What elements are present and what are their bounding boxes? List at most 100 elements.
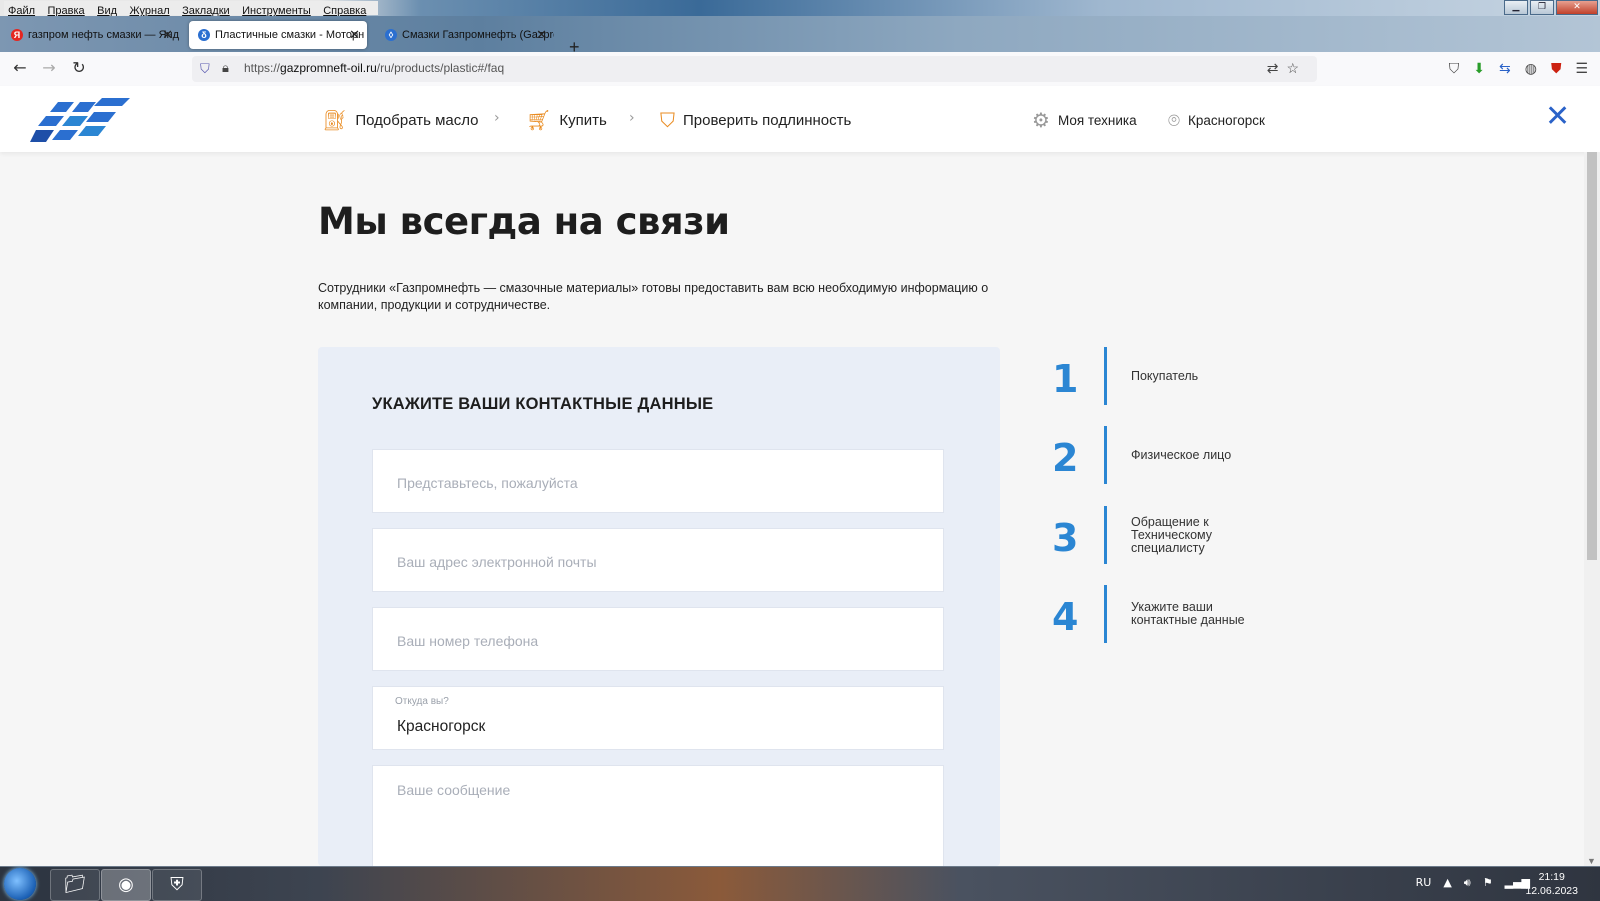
step-number: 1 (1052, 357, 1079, 401)
clock-time: 21:19 (1538, 871, 1565, 883)
close-tab-icon[interactable]: ✕ (536, 21, 547, 49)
pocket-icon[interactable]: ⛉ (1449, 60, 1460, 77)
navigation-toolbar: ← → ↻ ⛉ 🔒︎ https://gazpromneft-oil.ru/ru… (0, 52, 1600, 87)
forward-icon[interactable]: → (38, 58, 60, 77)
message-field (372, 765, 944, 874)
step-divider (1104, 347, 1107, 405)
gear-icon: ⚙ (1032, 108, 1050, 132)
email-input[interactable] (395, 529, 919, 595)
step-number: 3 (1052, 516, 1079, 560)
step-item[interactable]: 3 Обращение к Техническому специалисту (1040, 506, 1280, 566)
app-menubar: Файл Правка Вид Журнал Закладки Инструме… (0, 0, 1600, 17)
nav-check-authenticity[interactable]: ⛉ Проверить подлинность (660, 108, 851, 132)
cart-icon: 🛒︎ (526, 108, 552, 132)
yandex-icon: Я (11, 29, 23, 41)
chevron-right-icon: › (494, 110, 500, 126)
nav-label: Проверить подлинность (683, 111, 852, 129)
network-status-icon[interactable]: ⚑ (1483, 876, 1493, 890)
tab-gazprom-lubricants[interactable]: ◊ Смазки Газпромнефть (Gazpro ✕ (376, 21, 554, 49)
phone-input[interactable] (395, 608, 919, 674)
window-close-button[interactable]: ✕ (1556, 0, 1598, 15)
volume-icon[interactable]: 🔊︎ (1464, 876, 1471, 890)
nav-label: Подобрать масло (355, 111, 479, 129)
firefox-icon[interactable]: ◉ (101, 869, 151, 901)
city-selector[interactable]: ⌾ Красногорск (1168, 108, 1265, 132)
close-icon[interactable]: ✕ (1545, 102, 1570, 132)
restore-button[interactable]: ❐ (1530, 0, 1554, 15)
lock-icon[interactable]: 🔒︎ (222, 60, 229, 76)
step-item[interactable]: 4 Укажите ваши контактные данные (1040, 585, 1280, 645)
step-number: 4 (1052, 595, 1079, 639)
menu-group: Файл Правка Вид Журнал Закладки Инструме… (4, 1, 379, 17)
bookmark-star-icon[interactable]: ☆ (1286, 60, 1307, 76)
form-heading: УКАЖИТЕ ВАШИ КОНТАКТНЫЕ ДАННЫЕ (372, 395, 714, 413)
url-text: https://gazpromneft-oil.ru/ru/products/p… (244, 61, 504, 75)
url-domain: gazpromneft-oil.ru (280, 61, 377, 75)
translate-icon[interactable]: ⇄ (1267, 60, 1287, 76)
step-number: 2 (1052, 436, 1079, 480)
url-actions: ⇄☆ (1267, 60, 1307, 77)
nav-pick-oil[interactable]: ⛽︎ Подобрать масло (322, 108, 479, 132)
step-label: Укажите ваши контактные данные (1131, 600, 1245, 627)
step-divider (1104, 426, 1107, 484)
game-app-icon[interactable]: ⛨ (152, 869, 202, 901)
tab-label: Пластичные смазки - Моторн (215, 29, 365, 41)
email-field (372, 528, 944, 595)
tab-yandex[interactable]: Я газпром нефть смазки — Янд ✕ (2, 21, 180, 49)
nav-buy[interactable]: 🛒︎ Купить (526, 108, 607, 132)
tab-plastic-greases[interactable]: δ Пластичные смазки - Моторн ✕ (189, 21, 367, 49)
start-button[interactable] (4, 868, 36, 900)
hamburger-menu-icon[interactable]: ☰ (1575, 60, 1588, 77)
step-label: Покупатель (1131, 368, 1199, 383)
contact-form: УКАЖИТЕ ВАШИ КОНТАКТНЫЕ ДАННЫЕ Откуда вы… (318, 347, 1000, 874)
page-scrollbar[interactable]: ▼ (1584, 152, 1600, 866)
adblock-icon[interactable]: ⛊ (1551, 60, 1562, 77)
url-path: /ru/products/plastic#/faq (376, 61, 505, 75)
globe-icon[interactable]: ◍ (1525, 60, 1537, 77)
language-indicator[interactable]: RU (1416, 876, 1432, 890)
my-tech-link[interactable]: ⚙ Моя техника (1032, 108, 1137, 132)
gazprom-drop-icon: ◊ (385, 29, 397, 41)
tracking-shield-icon[interactable]: ⛉ (200, 61, 210, 77)
os-taskbar: 📁︎ ◉ ⛨ RU ▲ 🔊︎ ⚑ ▂▄▆ 21:19 12.06.2023 (0, 866, 1600, 901)
window-controls: ▁ ❐ ✕ (1504, 0, 1598, 15)
clock-date: 12.06.2023 (1525, 885, 1578, 897)
my-tech-label: Моя техника (1057, 112, 1137, 128)
extension-icons: ⛉ ⬇ ⇆ ◍ ⛊ ☰ (1449, 60, 1588, 77)
url-prefix: https:// (244, 61, 281, 75)
reload-icon[interactable]: ↻ (68, 58, 90, 77)
city-label: Красногорск (1188, 112, 1265, 128)
location-pin-icon: ⌾ (1168, 108, 1180, 132)
name-field (372, 449, 944, 516)
step-divider (1104, 506, 1107, 564)
translate-extension-icon[interactable]: ⇆ (1499, 60, 1511, 77)
step-item[interactable]: 1 Покупатель (1040, 347, 1280, 407)
step-item[interactable]: 2 Физическое лицо (1040, 426, 1280, 486)
tray-expand-icon[interactable]: ▲ (1443, 876, 1451, 890)
page-lead-text: Сотрудники «Газпромнефть — смазочные мат… (318, 281, 989, 312)
tab-label: Смазки Газпромнефть (Gazpro (402, 29, 554, 41)
message-input[interactable] (395, 780, 919, 874)
scrollbar-thumb[interactable] (1587, 152, 1597, 560)
back-icon[interactable]: ← (9, 58, 31, 77)
minimize-button[interactable]: ▁ (1504, 0, 1528, 15)
gazpromneft-logo[interactable] (30, 96, 134, 146)
shield-check-icon: ⛉ (660, 108, 675, 132)
name-input[interactable] (395, 450, 919, 516)
step-label: Обращение к Техническому специалисту (1131, 514, 1213, 555)
scroll-down-icon[interactable]: ▼ (1587, 856, 1596, 866)
close-tab-icon[interactable]: ✕ (162, 21, 173, 49)
city-field: Откуда вы? (372, 686, 944, 753)
step-label: Физическое лицо (1131, 447, 1232, 462)
file-explorer-icon[interactable]: 📁︎ (50, 869, 100, 901)
phone-field (372, 607, 944, 674)
close-tab-icon[interactable]: ✕ (349, 21, 360, 49)
city-input[interactable] (395, 701, 919, 753)
clock[interactable]: 21:19 12.06.2023 (1525, 870, 1578, 898)
nav-label: Купить (559, 111, 607, 129)
download-icon[interactable]: ⬇ (1473, 60, 1485, 77)
tab-label: газпром нефть смазки — Янд (28, 29, 180, 41)
address-bar[interactable]: ⛉ 🔒︎ https://gazpromneft-oil.ru/ru/produ… (192, 56, 1317, 82)
page-title: Мы всегда на связи (318, 200, 730, 243)
bottle-icon: ⛽︎ (322, 108, 348, 132)
